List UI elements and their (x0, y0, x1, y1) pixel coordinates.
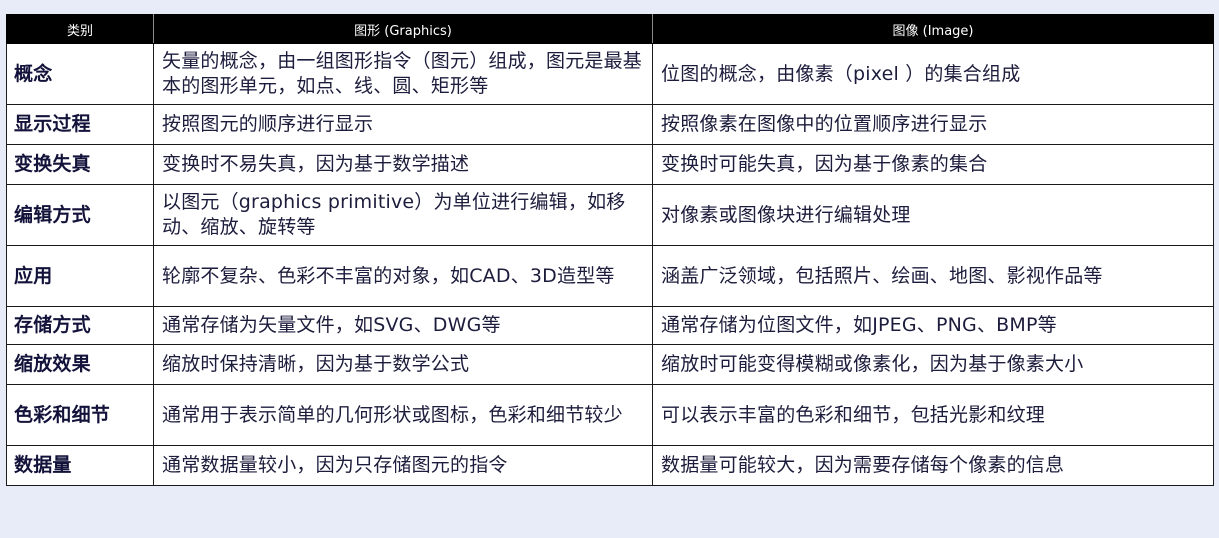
row-category: 存储方式 (6, 306, 154, 345)
row-image-cell: 数据量可能较大，因为需要存储每个像素的信息 (652, 445, 1214, 486)
row-image-cell: 涵盖广泛领域，包括照片、绘画、地图、影视作品等 (652, 245, 1214, 307)
row-graphics-cell: 缩放时保持清晰，因为基于数学公式 (153, 344, 653, 385)
row-graphics-cell: 矢量的概念，由一组图形指令（图元）组成，图元是最基本的图形单元，如点、线、圆、矩… (153, 43, 653, 105)
row-image-cell: 通常存储为位图文件，如JPEG、PNG、BMP等 (652, 306, 1214, 345)
row-image-cell: 位图的概念，由像素（pixel ）的集合组成 (652, 43, 1214, 105)
table-row: 编辑方式 以图元（graphics primitive）为单位进行编辑，如移动、… (6, 184, 1214, 246)
row-graphics-cell: 轮廓不复杂、色彩不丰富的对象，如CAD、3D造型等 (153, 245, 653, 307)
row-graphics-cell: 通常存储为矢量文件，如SVG、DWG等 (153, 306, 653, 345)
row-category: 色彩和细节 (6, 384, 154, 446)
row-graphics-cell: 以图元（graphics primitive）为单位进行编辑，如移动、缩放、旋转… (153, 184, 653, 246)
table-row: 应用 轮廓不复杂、色彩不丰富的对象，如CAD、3D造型等 涵盖广泛领域，包括照片… (6, 245, 1214, 307)
row-category: 数据量 (6, 445, 154, 486)
row-category: 应用 (6, 245, 154, 307)
table-row: 色彩和细节 通常用于表示简单的几何形状或图标，色彩和细节较少 可以表示丰富的色彩… (6, 384, 1214, 446)
row-graphics-cell: 变换时不易失真，因为基于数学描述 (153, 144, 653, 185)
row-image-cell: 缩放时可能变得模糊或像素化，因为基于像素大小 (652, 344, 1214, 385)
graphics-vs-image-table: 类别 图形 (Graphics) 图像 (Image) 概念 矢量的概念，由一组… (6, 14, 1214, 486)
row-graphics-cell: 通常数据量较小，因为只存储图元的指令 (153, 445, 653, 486)
row-category: 编辑方式 (6, 184, 154, 246)
header-category: 类别 (6, 14, 154, 44)
header-graphics: 图形 (Graphics) (153, 14, 653, 44)
table-row: 变换失真 变换时不易失真，因为基于数学描述 变换时可能失真，因为基于像素的集合 (6, 144, 1214, 185)
row-category: 缩放效果 (6, 344, 154, 385)
row-image-cell: 可以表示丰富的色彩和细节，包括光影和纹理 (652, 384, 1214, 446)
header-image: 图像 (Image) (652, 14, 1214, 44)
row-category: 显示过程 (6, 104, 154, 145)
comparison-table-container: 类别 图形 (Graphics) 图像 (Image) 概念 矢量的概念，由一组… (6, 14, 1214, 486)
table-row: 显示过程 按照图元的顺序进行显示 按照像素在图像中的位置顺序进行显示 (6, 104, 1214, 145)
row-image-cell: 按照像素在图像中的位置顺序进行显示 (652, 104, 1214, 145)
row-image-cell: 对像素或图像块进行编辑处理 (652, 184, 1214, 246)
table-row: 数据量 通常数据量较小，因为只存储图元的指令 数据量可能较大，因为需要存储每个像… (6, 445, 1214, 486)
row-graphics-cell: 按照图元的顺序进行显示 (153, 104, 653, 145)
row-image-cell: 变换时可能失真，因为基于像素的集合 (652, 144, 1214, 185)
table-row: 存储方式 通常存储为矢量文件，如SVG、DWG等 通常存储为位图文件，如JPEG… (6, 306, 1214, 345)
table-row: 概念 矢量的概念，由一组图形指令（图元）组成，图元是最基本的图形单元，如点、线、… (6, 43, 1214, 105)
table-row: 缩放效果 缩放时保持清晰，因为基于数学公式 缩放时可能变得模糊或像素化，因为基于… (6, 344, 1214, 385)
row-graphics-cell: 通常用于表示简单的几何形状或图标，色彩和细节较少 (153, 384, 653, 446)
row-category: 概念 (6, 43, 154, 105)
table-header-row: 类别 图形 (Graphics) 图像 (Image) (6, 14, 1214, 44)
row-category: 变换失真 (6, 144, 154, 185)
